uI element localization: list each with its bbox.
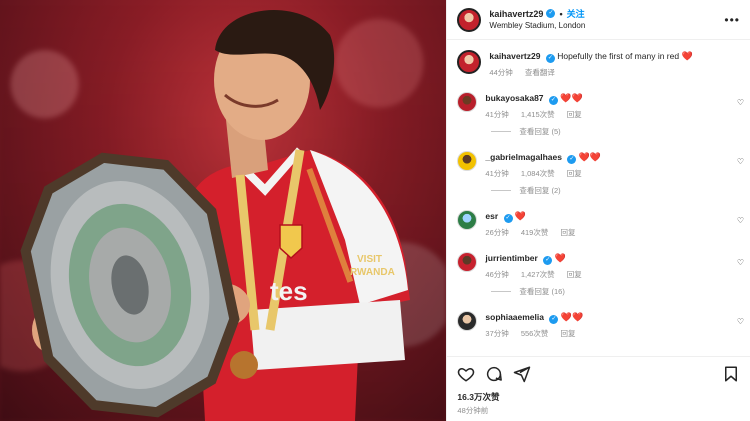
author-avatar[interactable] — [457, 7, 482, 32]
comment-time: 41分钟 — [485, 169, 509, 178]
verified-badge-icon: ✓ — [503, 214, 513, 223]
share-icon[interactable] — [513, 365, 531, 383]
comment-text: ❤️ — [554, 253, 566, 263]
see-translation-link[interactable]: 查看翻译 — [525, 68, 555, 77]
comment-item: bukayosaka87 ✓ ❤️❤️ 41分钟 1,415次赞 回复 ♡ — [447, 92, 750, 120]
caption-avatar[interactable] — [457, 50, 482, 74]
reply-button[interactable]: 回复 — [560, 329, 575, 338]
comment-username[interactable]: esr — [485, 211, 498, 221]
view-replies-label[interactable]: 查看回复 (2) — [519, 185, 560, 196]
comment-username[interactable]: bukayosaka87 — [485, 93, 543, 103]
comment-text: ❤️❤️ — [578, 152, 602, 162]
post-location[interactable]: Wembley Stadium, London — [489, 20, 585, 32]
heart-outline-icon[interactable]: ♡ — [737, 98, 744, 107]
post-header: kaihavertz29 ✓ • 关注 Wembley Stadium, Lon… — [447, 0, 750, 40]
heart-outline-icon[interactable]: ♡ — [737, 157, 744, 166]
reply-button[interactable]: 回复 — [567, 110, 582, 119]
comment-avatar[interactable] — [457, 151, 478, 171]
comment-likes[interactable]: 556次赞 — [521, 329, 549, 338]
verified-badge-icon: ✓ — [548, 96, 558, 105]
replies-divider — [491, 291, 512, 292]
comment-item: sophiaaemelia ✓ ❤️❤️ 37分钟 556次赞 回复 ♡ — [447, 311, 750, 339]
comment-likes[interactable]: 1,427次赞 — [521, 270, 555, 279]
comment-item: esr ✓ ❤️ 26分钟 419次赞 回复 ♡ — [447, 210, 750, 238]
comment-likes[interactable]: 1,415次赞 — [521, 110, 555, 119]
comment-item: jurrientimber ✓ ❤️ 46分钟 1,427次赞 回复 ♡ — [447, 252, 750, 280]
comment-username[interactable]: jurrientimber — [485, 253, 537, 263]
verified-badge-icon: ✓ — [546, 9, 556, 18]
caption-text: Hopefully the first of many in red — [557, 51, 680, 61]
caption-username[interactable]: kaihavertz29 — [489, 51, 540, 61]
verified-badge-icon: ✓ — [567, 155, 577, 164]
comment-avatar[interactable] — [457, 311, 478, 331]
view-replies-button[interactable]: 查看回复 (16) — [491, 286, 750, 297]
more-options-icon[interactable]: ••• — [724, 13, 740, 27]
view-replies-button[interactable]: 查看回复 (2) — [491, 185, 750, 196]
author-username[interactable]: kaihavertz29 — [489, 8, 543, 20]
bookmark-icon[interactable] — [722, 365, 740, 383]
comments-section[interactable]: kaihavertz29 ✓ Hopefully the first of ma… — [447, 40, 750, 356]
view-replies-label[interactable]: 查看回复 (5) — [519, 126, 560, 137]
comment-text: ❤️❤️ — [560, 93, 583, 103]
author-info: kaihavertz29 ✓ • 关注 Wembley Stadium, Lon… — [489, 8, 585, 32]
heart-outline-icon[interactable]: ♡ — [737, 317, 744, 326]
reply-button[interactable]: 回复 — [567, 270, 582, 279]
comment-avatar[interactable] — [457, 92, 478, 112]
comment-text: ❤️ — [514, 211, 527, 221]
reply-button[interactable]: 回复 — [560, 228, 575, 237]
verified-badge-icon: ✓ — [549, 315, 559, 324]
red-heart-emoji: ❤️ — [681, 51, 693, 61]
comment-likes[interactable]: 1,084次赞 — [521, 169, 555, 178]
comment-avatar[interactable] — [457, 210, 478, 230]
comment-time: 37分钟 — [485, 329, 509, 338]
post-footer: 16.3万次赞 48分钟前 — [447, 356, 750, 421]
comment-time: 41分钟 — [485, 110, 509, 119]
comment-username[interactable]: _gabrielmagalhaes — [485, 152, 562, 162]
action-bar — [457, 363, 740, 385]
post-time: 48分钟前 — [457, 406, 489, 415]
replies-divider — [491, 190, 512, 191]
svg-text:tes: tes — [270, 276, 308, 306]
heart-outline-icon[interactable] — [457, 365, 475, 383]
comment-item: _gabrielmagalhaes ✓ ❤️❤️ 41分钟 1,084次赞 回复… — [447, 151, 750, 179]
player-with-shield-illustration: tes VISIT RWANDA — [20, 9, 410, 421]
comment-avatar[interactable] — [457, 252, 478, 272]
heart-outline-icon[interactable]: ♡ — [737, 216, 744, 225]
replies-divider — [491, 131, 512, 132]
comment-username[interactable]: sophiaaemelia — [485, 312, 544, 322]
separator-dot: • — [559, 8, 563, 19]
svg-text:RWANDA: RWANDA — [350, 267, 395, 278]
comment-likes[interactable]: 419次赞 — [521, 228, 549, 237]
comment-time: 26分钟 — [485, 228, 509, 237]
verified-badge-icon: ✓ — [543, 256, 553, 265]
post-photo[interactable]: tes VISIT RWANDA — [0, 0, 447, 421]
post-caption: kaihavertz29 ✓ Hopefully the first of ma… — [447, 40, 750, 78]
reply-button[interactable]: 回复 — [567, 169, 582, 178]
follow-button[interactable]: 关注 — [567, 8, 585, 20]
comment-icon[interactable] — [485, 365, 503, 383]
svg-text:VISIT: VISIT — [357, 254, 382, 265]
comment-time: 46分钟 — [485, 270, 509, 279]
instagram-post: tes VISIT RWANDA kaihavertz29 ✓ • 关注 Wem… — [0, 0, 750, 421]
heart-outline-icon[interactable]: ♡ — [737, 258, 744, 267]
comment-text: ❤️❤️ — [560, 312, 584, 322]
view-replies-button[interactable]: 查看回复 (5) — [491, 126, 750, 137]
caption-time: 44分钟 — [489, 68, 513, 77]
view-replies-label[interactable]: 查看回复 (16) — [519, 286, 564, 297]
likes-count[interactable]: 16.3万次赞 — [457, 391, 740, 403]
post-side-panel: kaihavertz29 ✓ • 关注 Wembley Stadium, Lon… — [446, 0, 750, 421]
verified-badge-icon: ✓ — [545, 54, 555, 63]
